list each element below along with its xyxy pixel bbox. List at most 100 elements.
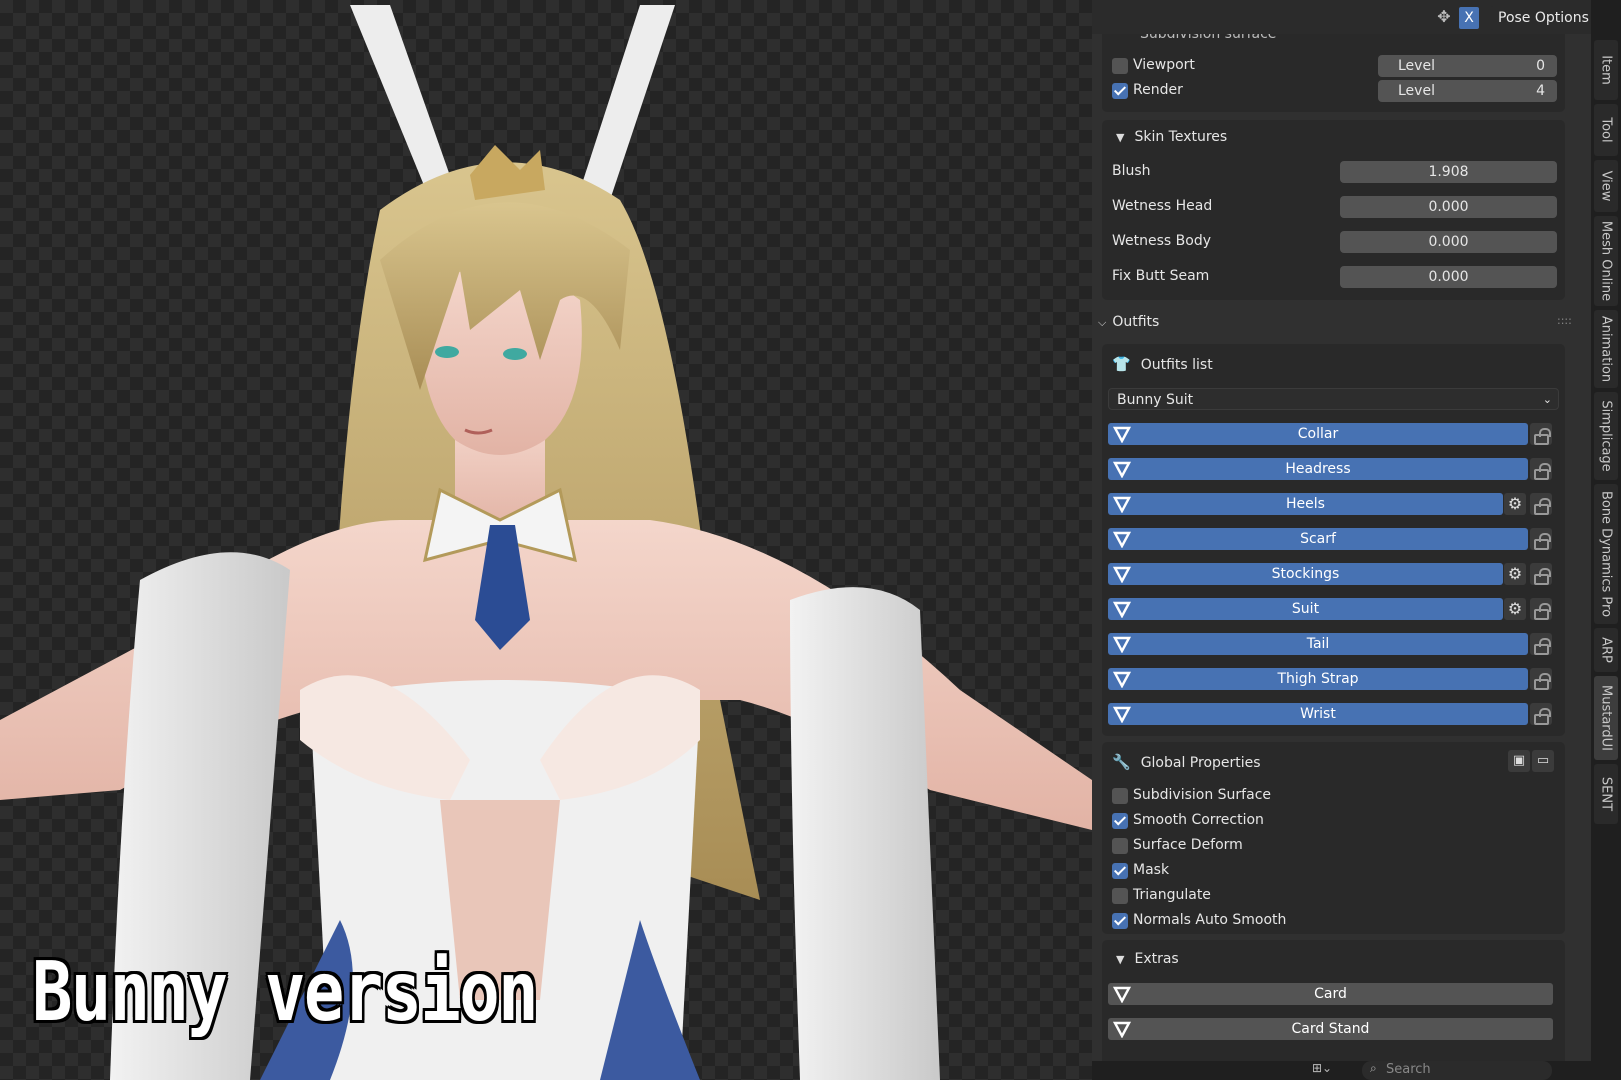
subdivision-title: Subdivision surface [1140, 34, 1277, 42]
blush-label: Blush [1112, 163, 1151, 179]
tab-tool[interactable]: Tool [1594, 104, 1618, 156]
tab-bone-dynamics-pro[interactable]: Bone Dynamics Pro [1594, 484, 1618, 624]
chevron-down-icon: ⌵ [1098, 316, 1107, 329]
subdivision-box: Subdivision surface Viewport Level 0 Ren… [1102, 34, 1565, 112]
extras-header[interactable]: ▼ Extras [1116, 951, 1179, 967]
outfit-item-button[interactable]: Heels [1108, 493, 1503, 515]
global-option-checkbox[interactable] [1112, 813, 1128, 829]
outfit-item-button[interactable]: Thigh Strap [1108, 668, 1528, 690]
lock-icon[interactable] [1530, 598, 1552, 620]
global-option-checkbox[interactable] [1112, 838, 1128, 854]
wetness-head-field[interactable]: 0.000 [1340, 196, 1557, 218]
tab-animation[interactable]: Animation [1594, 310, 1618, 388]
search-placeholder: Search [1386, 1062, 1431, 1077]
outfit-item-button[interactable]: Headress [1108, 458, 1528, 480]
gear-icon[interactable]: ⚙ [1504, 563, 1526, 585]
global-option-label: Subdivision Surface [1133, 787, 1272, 803]
3d-viewport[interactable]: Bunny version [0, 0, 1092, 1080]
chevron-down-icon: ⌄ [1542, 393, 1552, 406]
tab-view[interactable]: View [1594, 160, 1618, 212]
viewport-display-icon[interactable]: ▣ [1508, 750, 1530, 772]
outfits-list-header: 👕 Outfits list [1112, 355, 1213, 373]
blush-field[interactable]: 1.908 [1340, 161, 1557, 183]
tab-label: Simplicage [1598, 400, 1614, 472]
outfits-list-label: Outfits list [1140, 357, 1213, 373]
wetness-body-value: 0.000 [1428, 234, 1469, 250]
lock-icon[interactable] [1530, 528, 1552, 550]
extras-item-button[interactable]: Card [1108, 983, 1553, 1005]
outfit-item-button[interactable]: Suit [1108, 598, 1503, 620]
outfit-item-button[interactable]: Wrist [1108, 703, 1528, 725]
render-level-field[interactable]: Level 4 [1378, 80, 1557, 102]
render-label: Render [1133, 82, 1183, 98]
tab-sent[interactable]: SENT [1594, 764, 1618, 824]
drag-handle-icon[interactable]: :::: [1557, 314, 1572, 327]
outfits-list-box: 👕 Outfits list Bunny Suit ⌄ Collar Headres… [1102, 344, 1565, 736]
wrench-icon: 🔧 [1112, 753, 1131, 771]
global-option-checkbox[interactable] [1112, 788, 1128, 804]
tab-item[interactable]: Item [1594, 40, 1618, 100]
wetness-body-field[interactable]: 0.000 [1340, 231, 1557, 253]
tab-mustardui[interactable]: MustardUI [1594, 676, 1618, 760]
tab-arp[interactable]: ARP [1594, 628, 1618, 672]
tab-label: Bone Dynamics Pro [1598, 490, 1614, 618]
search-icon: ⌕ [1370, 1061, 1377, 1075]
fix-butt-seam-value: 0.000 [1428, 269, 1469, 285]
lock-icon[interactable] [1530, 703, 1552, 725]
wetness-body-label: Wetness Body [1112, 233, 1211, 249]
global-properties-header: 🔧 Global Properties [1112, 753, 1261, 771]
extras-item-label: Card Stand [1291, 1021, 1370, 1037]
tab-label: MustardUI [1598, 684, 1614, 752]
viewport-level-value: 0 [1536, 58, 1545, 74]
outfit-item-label: Headress [1285, 461, 1351, 477]
outfit-item-label: Scarf [1300, 531, 1336, 547]
outfit-item-button[interactable]: Scarf [1108, 528, 1528, 550]
outfit-item-label: Tail [1306, 636, 1330, 652]
outfits-panel-header[interactable]: ⌵ Outfits [1098, 314, 1159, 330]
viewport-level-field[interactable]: Level 0 [1378, 55, 1557, 77]
lock-icon[interactable] [1530, 458, 1552, 480]
outfit-item-button[interactable]: Tail [1108, 633, 1528, 655]
global-option-label: Normals Auto Smooth [1133, 912, 1287, 928]
lock-icon[interactable] [1530, 423, 1552, 445]
outfit-item-button[interactable]: Stockings [1108, 563, 1503, 585]
viewport-checkbox[interactable] [1112, 58, 1128, 74]
properties-panel[interactable]: Subdivision surface Viewport Level 0 Ren… [1092, 34, 1591, 1061]
global-option-label: Smooth Correction [1133, 812, 1264, 828]
skin-textures-header[interactable]: ▼ Skin Textures [1116, 129, 1227, 145]
render-display-icon[interactable]: ▭ [1532, 750, 1554, 772]
search-field[interactable]: ⌕ Search [1362, 1061, 1552, 1080]
lock-icon[interactable] [1530, 563, 1552, 585]
outfit-item-label: Suit [1291, 601, 1320, 617]
editor-type-icon[interactable]: ⊞⌄ [1312, 1061, 1332, 1075]
lock-icon[interactable] [1530, 493, 1552, 515]
outfit-item-button[interactable]: Collar [1108, 423, 1528, 445]
global-option-checkbox[interactable] [1112, 913, 1128, 929]
tab-label: SENT [1598, 776, 1614, 812]
extras-title: Extras [1134, 951, 1179, 967]
global-option-label: Mask [1133, 862, 1170, 878]
panel-footer: ⊞⌄ ⌕ Search [1092, 1061, 1591, 1080]
lock-icon[interactable] [1530, 633, 1552, 655]
extras-item-button[interactable]: Card Stand [1108, 1018, 1553, 1040]
gear-icon[interactable]: ⚙ [1504, 493, 1526, 515]
tab-simplicage[interactable]: Simplicage [1594, 392, 1618, 480]
outfit-item-label: Wrist [1300, 706, 1336, 722]
tab-mesh-online[interactable]: Mesh Online [1594, 216, 1618, 306]
outfit-select[interactable]: Bunny Suit ⌄ [1108, 388, 1559, 410]
tab-label: ARP [1598, 637, 1614, 663]
global-option-checkbox[interactable] [1112, 888, 1128, 904]
gizmo-icon[interactable]: ✥ [1434, 7, 1454, 27]
render-level-value: 4 [1536, 83, 1545, 99]
gear-icon[interactable]: ⚙ [1504, 598, 1526, 620]
wetness-head-label: Wetness Head [1112, 198, 1213, 214]
global-option-checkbox[interactable] [1112, 863, 1128, 879]
shirt-icon: 👕 [1112, 355, 1131, 373]
skin-textures-box: ▼ Skin Textures Blush 1.908 Wetness Head … [1102, 120, 1565, 300]
global-properties-title: Global Properties [1140, 755, 1261, 771]
render-checkbox[interactable] [1112, 83, 1128, 99]
mirror-x-toggle[interactable]: X [1459, 7, 1479, 29]
extras-box: ▼ Extras Card Card Stand [1102, 940, 1565, 1061]
lock-icon[interactable] [1530, 668, 1552, 690]
fix-butt-seam-field[interactable]: 0.000 [1340, 266, 1557, 288]
